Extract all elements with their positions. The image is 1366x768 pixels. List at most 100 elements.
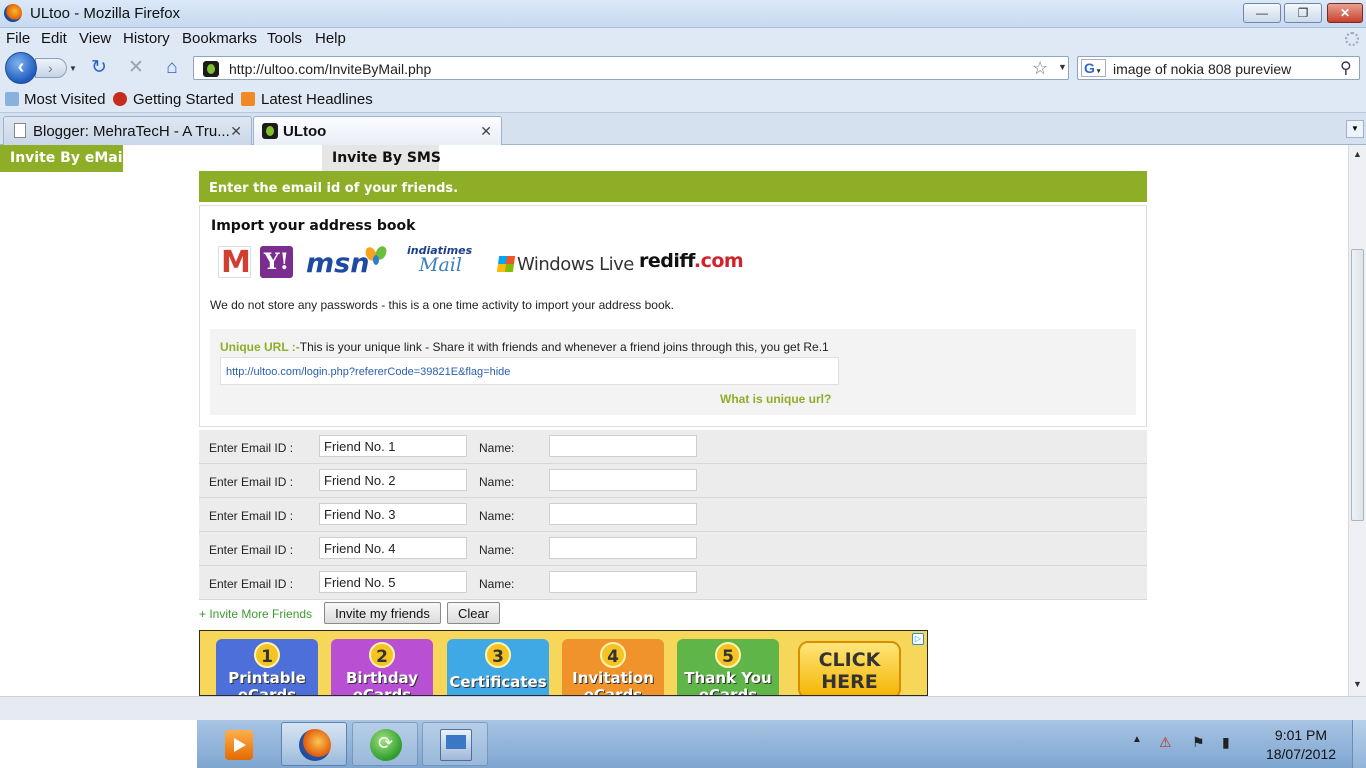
- status-bar: [0, 696, 1366, 720]
- stop-icon[interactable]: ✕: [125, 57, 147, 79]
- search-bar[interactable]: G ▾ image of nokia 808 pureview ⚲: [1077, 56, 1360, 80]
- close-window-button[interactable]: ✕: [1327, 3, 1363, 23]
- indiatimes-mail-text: Mail: [419, 254, 462, 276]
- name-label: Name:: [479, 509, 515, 523]
- friend-row: Enter Email ID : Name:: [199, 532, 1147, 566]
- security-alert-icon[interactable]: ⚠: [1159, 734, 1172, 751]
- history-dropdown-icon[interactable]: ▼: [69, 64, 77, 73]
- tray-expand-icon[interactable]: ▲: [1132, 734, 1142, 745]
- friend-name-input[interactable]: [549, 435, 697, 457]
- friend-name-input[interactable]: [549, 469, 697, 491]
- ad-card-birthday-ecards[interactable]: 2 Birthday eCards: [331, 639, 433, 695]
- friend-email-list: Enter Email ID : Name: Enter Email ID : …: [199, 430, 1147, 600]
- menu-history[interactable]: History: [123, 30, 170, 47]
- close-tab-icon[interactable]: ✕: [230, 123, 242, 140]
- tab-invite-by-email[interactable]: Invite By eMail: [0, 145, 127, 172]
- friend-email-input[interactable]: [319, 435, 467, 457]
- bookmark-most-visited[interactable]: Most Visited: [24, 91, 105, 108]
- back-forward-group: › ‹ ▼: [5, 52, 79, 84]
- friend-name-input[interactable]: [549, 571, 697, 593]
- unique-url-value[interactable]: http://ultoo.com/login.php?refererCode=3…: [226, 366, 510, 378]
- advertisement-banner[interactable]: ▷ 1 Printable eCards 2 Birthday eCards 3…: [199, 630, 928, 696]
- gmail-logo[interactable]: M: [218, 246, 251, 279]
- email-label: Enter Email ID :: [209, 441, 294, 455]
- page-content: Invite By eMail Invite By SMS Enter the …: [0, 145, 1348, 696]
- url-history-dropdown-icon[interactable]: ▼: [1058, 62, 1067, 72]
- taskbar-firefox-button[interactable]: [281, 722, 347, 766]
- friend-email-input[interactable]: [319, 469, 467, 491]
- vertical-scrollbar[interactable]: ▲ ▼: [1348, 145, 1366, 696]
- windows-live-logo[interactable]: Windows Live: [496, 254, 634, 275]
- msn-logo[interactable]: msn: [306, 248, 369, 279]
- ad-card-label: Printable eCards: [228, 669, 306, 696]
- ultoo-favicon-icon: [262, 123, 278, 139]
- indiatimes-mail-logo[interactable]: indiatimes Mail: [407, 244, 475, 278]
- close-tab-icon[interactable]: ✕: [480, 123, 492, 140]
- rediff-logo-name: rediff: [639, 250, 694, 272]
- yahoo-logo[interactable]: Y!: [260, 246, 293, 278]
- friend-name-input[interactable]: [549, 503, 697, 525]
- address-bar-url[interactable]: http://ultoo.com/InviteByMail.php: [229, 61, 431, 77]
- search-engine-letter: G: [1084, 60, 1095, 76]
- list-all-tabs-button[interactable]: ▼: [1346, 120, 1364, 138]
- menu-tools[interactable]: Tools: [267, 30, 302, 47]
- friend-email-input[interactable]: [319, 571, 467, 593]
- ad-card-certificates[interactable]: 3 Certificates: [447, 639, 549, 695]
- invite-more-friends-link[interactable]: + Invite More Friends: [199, 607, 312, 621]
- menu-bookmarks[interactable]: Bookmarks: [182, 30, 257, 47]
- bookmark-latest-headlines[interactable]: Latest Headlines: [261, 91, 373, 108]
- firefox-icon: [299, 729, 331, 761]
- taskbar-green-app-button[interactable]: [352, 722, 418, 766]
- friend-row: Enter Email ID : Name:: [199, 430, 1147, 464]
- unique-url-field[interactable]: http://ultoo.com/login.php?refererCode=3…: [220, 357, 839, 385]
- friend-email-input[interactable]: [319, 537, 467, 559]
- invite-my-friends-button[interactable]: Invite my friends: [324, 602, 441, 624]
- friend-email-input[interactable]: [319, 503, 467, 525]
- site-favicon-icon: [203, 61, 219, 77]
- tab-blogger[interactable]: Blogger: MehraTecH - A Tru... ✕: [3, 116, 252, 145]
- reload-icon[interactable]: ↻: [88, 57, 110, 79]
- ad-card-invitation-ecards[interactable]: 4 Invitation eCards: [562, 639, 664, 695]
- back-button[interactable]: ‹: [5, 52, 37, 84]
- search-icon[interactable]: ⚲: [1340, 58, 1352, 78]
- computer-network-icon: [440, 729, 472, 761]
- rediff-logo[interactable]: rediff.com: [639, 250, 744, 272]
- tab-invite-by-sms[interactable]: Invite By SMS: [322, 145, 441, 172]
- bookmark-star-icon[interactable]: ☆: [1032, 58, 1048, 79]
- bookmarks-toolbar: Most Visited Getting Started Latest Head…: [0, 86, 1366, 113]
- search-engine-icon[interactable]: G ▾: [1081, 59, 1106, 77]
- ad-card-thank-you-ecards[interactable]: 5 Thank You eCards: [677, 639, 779, 695]
- what-is-unique-url-link[interactable]: What is unique url?: [720, 392, 831, 406]
- firefox-logo-icon: [4, 4, 22, 22]
- search-input[interactable]: image of nokia 808 pureview: [1113, 61, 1291, 77]
- system-clock[interactable]: 9:01 PM 18/07/2012: [1258, 726, 1344, 764]
- network-status-icon[interactable]: ⚑: [1192, 734, 1205, 751]
- battery-icon[interactable]: ▮: [1222, 734, 1230, 751]
- bookmark-getting-started[interactable]: Getting Started: [133, 91, 234, 108]
- taskbar-network-button[interactable]: [422, 722, 488, 766]
- getting-started-icon: [113, 92, 127, 106]
- click-here-button[interactable]: CLICK HERE: [798, 641, 901, 695]
- menu-bar: File Edit View History Bookmarks Tools H…: [0, 28, 1366, 50]
- clock-date: 18/07/2012: [1265, 746, 1337, 762]
- scroll-up-arrow-icon[interactable]: ▲: [1353, 149, 1362, 159]
- scroll-down-arrow-icon[interactable]: ▼: [1353, 679, 1362, 689]
- menu-file[interactable]: File: [6, 30, 30, 47]
- menu-help[interactable]: Help: [315, 30, 346, 47]
- maximize-button[interactable]: ❐: [1284, 3, 1322, 23]
- menu-edit[interactable]: Edit: [41, 30, 67, 47]
- home-icon[interactable]: ⌂: [161, 57, 183, 79]
- media-player-icon[interactable]: [225, 730, 253, 760]
- address-bar[interactable]: http://ultoo.com/InviteByMail.php ☆ ▼: [193, 56, 1069, 80]
- ad-card-printable-ecards[interactable]: 1 Printable eCards: [216, 639, 318, 696]
- menu-view[interactable]: View: [79, 30, 111, 47]
- show-desktop-button[interactable]: [1352, 720, 1366, 768]
- minimize-button[interactable]: —: [1243, 3, 1281, 23]
- forward-button[interactable]: ›: [35, 58, 67, 78]
- scrollbar-thumb[interactable]: [1351, 249, 1364, 521]
- clear-button[interactable]: Clear: [447, 602, 500, 624]
- friend-name-input[interactable]: [549, 537, 697, 559]
- adchoices-icon[interactable]: ▷: [912, 633, 924, 645]
- clock-time: 9:01 PM: [1274, 727, 1328, 743]
- tab-ultoo[interactable]: ULtoo ✕: [253, 116, 502, 145]
